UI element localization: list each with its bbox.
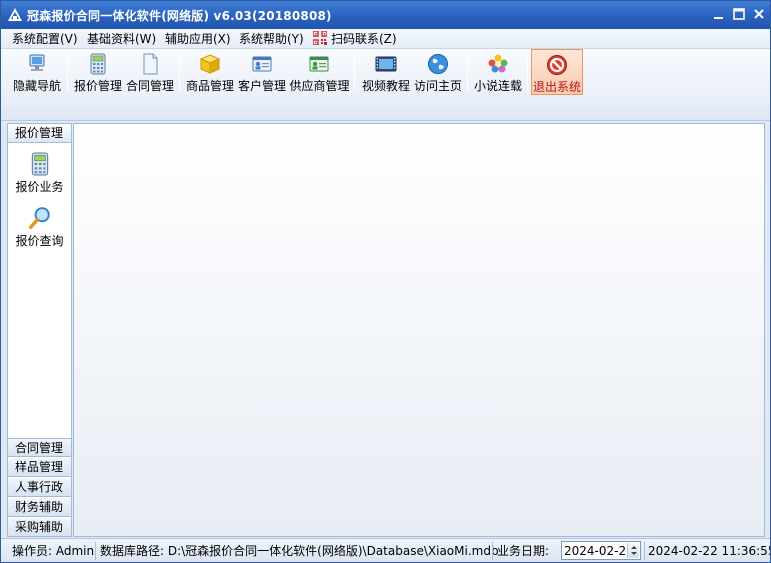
menu-system-help[interactable]: 系统帮助(Y) <box>239 31 304 47</box>
calculator-icon <box>31 152 49 176</box>
nav-group-contract[interactable]: 合同管理 <box>8 438 71 457</box>
video-icon <box>375 56 397 72</box>
toolbar: 隐藏导航 报价管理 合同管理 商品管理 客户管理 供应商管理 视频教程 访问主页… <box>1 49 770 121</box>
window-title: 冠森报价合同一体化软件(网络版) v6.03(20180808) <box>27 9 332 23</box>
supplier-manage-button[interactable]: 供应商管理 <box>288 49 351 95</box>
box-icon <box>199 54 221 74</box>
nav-group-finance[interactable]: 财务辅助 <box>8 498 71 517</box>
flower-icon <box>488 54 508 73</box>
minimize-icon[interactable] <box>712 7 726 21</box>
business-date-value: 2024-02-22 <box>564 544 634 558</box>
main-content-area <box>73 123 765 537</box>
app-logo-icon <box>8 8 22 21</box>
business-date-label: 业务日期: <box>497 544 550 558</box>
db-path-status: 数据库路径: D:\冠森报价合同一体化软件(网络版)\Database\Xiao… <box>100 544 499 558</box>
exit-system-button[interactable]: 退出系统 <box>531 49 583 95</box>
status-bar: 操作员: Admin 数据库路径: D:\冠森报价合同一体化软件(网络版)\Da… <box>1 538 770 562</box>
menu-aux-apps[interactable]: 辅助应用(X) <box>165 31 231 47</box>
date-spinner[interactable] <box>627 543 639 558</box>
visit-homepage-button[interactable]: 访问主页 <box>412 49 464 95</box>
nav-group-sample[interactable]: 样品管理 <box>8 458 71 477</box>
magnifier-icon <box>28 207 50 230</box>
document-icon <box>143 53 158 75</box>
nav-tile-quote-query[interactable]: 报价查询 <box>8 202 71 252</box>
quote-manage-button[interactable]: 报价管理 <box>72 49 124 95</box>
menu-bar: 系统配置(V) 基础资料(W) 辅助应用(X) 系统帮助(Y) 扫码联系(Z) <box>1 29 770 49</box>
globe-icon <box>428 54 448 74</box>
contract-manage-button[interactable]: 合同管理 <box>124 49 176 95</box>
supplier-card-icon <box>309 56 329 72</box>
business-date-picker[interactable]: 2024-02-22 <box>561 541 641 560</box>
menu-system-config[interactable]: 系统配置(V) <box>12 31 78 47</box>
operator-status: 操作员: Admin <box>12 544 95 558</box>
exit-icon <box>547 55 567 75</box>
nav-group-hr-admin[interactable]: 人事行政 <box>8 478 71 497</box>
menu-scan-contact[interactable]: 扫码联系(Z) <box>331 31 397 47</box>
calculator-icon <box>90 53 106 75</box>
restore-icon[interactable] <box>732 7 746 21</box>
spinner-arrows-icon <box>631 546 637 555</box>
goods-manage-button[interactable]: 商品管理 <box>184 49 236 95</box>
side-navigation: 报价管理 报价业务 报价查询 合同管理 样品管理 人事行政 财务辅助 采购辅助 <box>7 123 72 537</box>
title-bar[interactable]: 冠森报价合同一体化软件(网络版) v6.03(20180808) <box>1 1 770 29</box>
hide-nav-icon <box>29 54 45 71</box>
nav-tile-quote-business[interactable]: 报价业务 <box>8 148 71 198</box>
hide-nav-button[interactable]: 隐藏导航 <box>9 49 65 95</box>
datetime-status: 2024-02-22 11:36:55 <box>648 544 771 558</box>
qr-code-icon <box>313 31 327 45</box>
video-tutorial-button[interactable]: 视频教程 <box>360 49 412 95</box>
nav-group-quote[interactable]: 报价管理 <box>8 124 71 143</box>
customer-manage-button[interactable]: 客户管理 <box>236 49 288 95</box>
customer-card-icon <box>252 56 272 72</box>
menu-basic-data[interactable]: 基础资料(W) <box>87 31 156 47</box>
close-icon[interactable] <box>752 7 766 21</box>
app-window: 冠森报价合同一体化软件(网络版) v6.03(20180808) 系统配置(V)… <box>0 0 771 563</box>
nav-group-purchase[interactable]: 采购辅助 <box>8 518 71 537</box>
novel-serial-button[interactable]: 小说连载 <box>472 49 524 95</box>
